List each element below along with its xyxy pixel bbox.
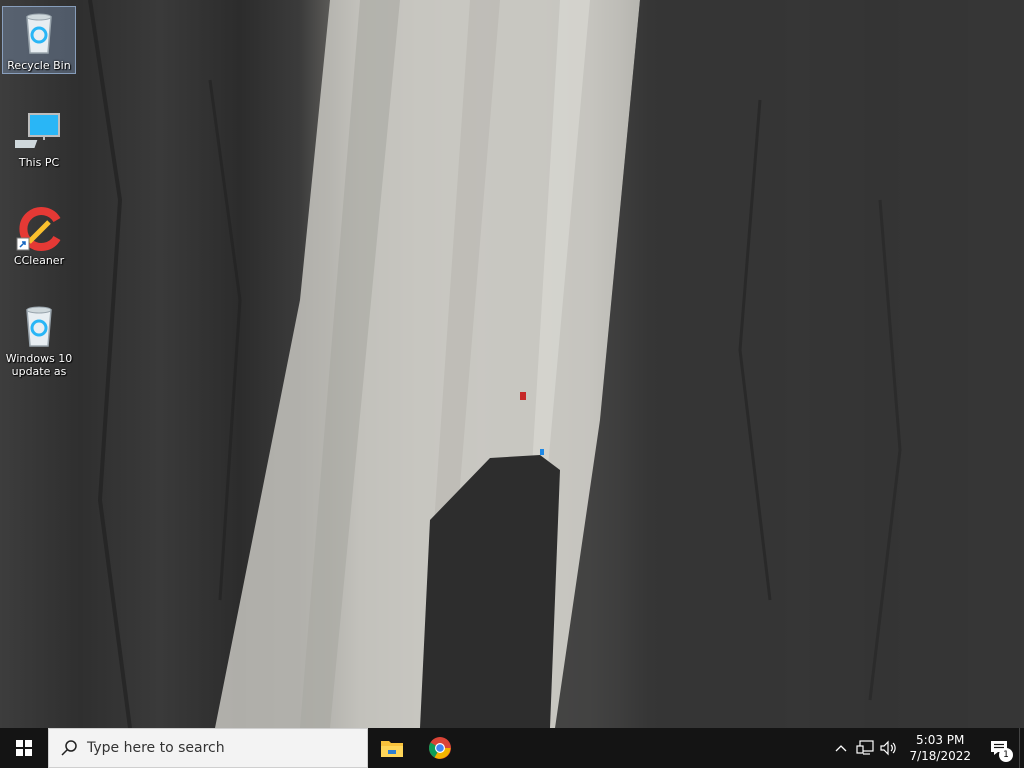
- desktop-icon-label: Recycle Bin: [7, 59, 71, 72]
- windows-logo-icon: [16, 740, 32, 756]
- taskbar-file-explorer[interactable]: [368, 728, 416, 768]
- taskbar-clock[interactable]: 5:03 PM 7/18/2022: [901, 732, 979, 764]
- clock-date: 7/18/2022: [909, 749, 971, 763]
- start-button[interactable]: [0, 728, 48, 768]
- search-icon: [61, 740, 77, 756]
- recycle-bin-icon: [15, 11, 63, 57]
- computer-icon: [4, 108, 63, 154]
- taskbar: Type here to search 5:03 PM 7/18/2022 1: [0, 728, 1024, 768]
- desktop-icon-recycle-bin[interactable]: Recycle Bin: [2, 6, 76, 74]
- show-desktop-button[interactable]: [1019, 728, 1024, 768]
- taskbar-chrome[interactable]: [416, 728, 464, 768]
- network-icon: [856, 740, 875, 755]
- desktop-icon-label: This PC: [18, 156, 60, 169]
- desktop-icon-label: Windows 10 update as: [5, 352, 73, 378]
- cliff-illustration: [88, 0, 1024, 728]
- notification-badge: 1: [999, 748, 1013, 762]
- chevron-up-icon: [836, 745, 847, 752]
- clock-time: 5:03 PM: [916, 733, 965, 747]
- desktop-icon-label: CCleaner: [13, 254, 65, 267]
- desktop-icon-ccleaner[interactable]: CCleaner: [2, 202, 76, 267]
- taskbar-search-box[interactable]: Type here to search: [48, 728, 368, 768]
- system-tray: 5:03 PM 7/18/2022 1: [829, 728, 1024, 768]
- ccleaner-icon: [15, 206, 63, 252]
- file-explorer-icon: [381, 741, 403, 757]
- show-hidden-icons-button[interactable]: [829, 728, 853, 768]
- action-center-button[interactable]: 1: [979, 728, 1019, 768]
- recycle-bin-icon: [15, 304, 63, 350]
- network-button[interactable]: [853, 728, 877, 768]
- desktop-icon-windows-10-update[interactable]: Windows 10 update as: [2, 300, 76, 378]
- desktop-icon-this-pc[interactable]: This PC: [2, 104, 76, 169]
- search-placeholder: Type here to search: [87, 740, 225, 756]
- chrome-icon: [429, 737, 451, 759]
- speaker-icon: [880, 740, 897, 756]
- desktop-wallpaper: [0, 0, 1024, 728]
- volume-button[interactable]: [877, 728, 901, 768]
